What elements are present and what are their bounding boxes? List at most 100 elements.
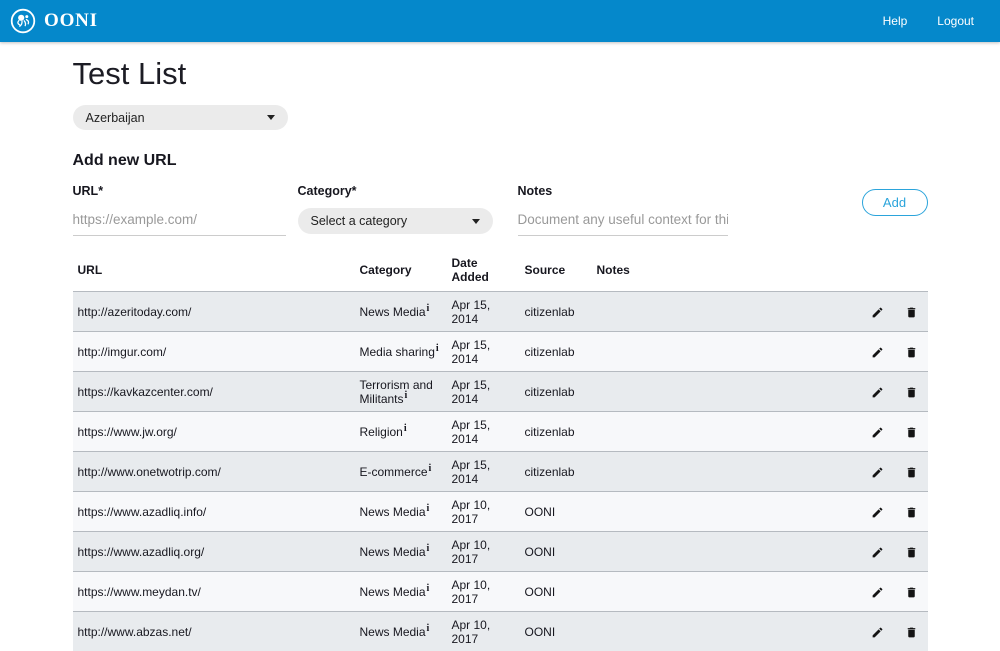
url-field-group: URL*	[73, 184, 286, 236]
date-added-cell: Apr 10, 2017	[448, 532, 521, 572]
country-dropdown-value: Azerbaijan	[86, 111, 145, 125]
table-row: https://www.jw.org/ Religioni Apr 15, 20…	[73, 412, 928, 452]
trash-icon	[905, 307, 918, 322]
category-cell: Religioni	[356, 412, 448, 452]
pencil-icon	[871, 467, 884, 482]
url-cell: http://azeritoday.com/	[73, 292, 356, 332]
date-added-cell: Apr 10, 2017	[448, 572, 521, 612]
edit-button[interactable]	[871, 426, 884, 439]
notes-cell	[593, 532, 848, 572]
actions-cell	[848, 452, 928, 492]
ooni-octopus-icon	[10, 8, 36, 34]
url-cell: http://www.onetwotrip.com/	[73, 452, 356, 492]
category-field-label: Category*	[298, 184, 493, 198]
pencil-icon	[871, 307, 884, 322]
url-table-body: http://azeritoday.com/ News Mediai Apr 1…	[73, 292, 928, 651]
pencil-icon	[871, 547, 884, 562]
trash-icon	[905, 627, 918, 642]
help-link[interactable]: Help	[883, 14, 908, 28]
pencil-icon	[871, 507, 884, 522]
edit-button[interactable]	[871, 306, 884, 319]
category-dropdown[interactable]: Select a category	[298, 208, 493, 234]
url-cell: https://www.meydan.tv/	[73, 572, 356, 612]
url-cell: https://www.azadliq.info/	[73, 492, 356, 532]
column-header-date: Date Added	[448, 254, 521, 292]
edit-button[interactable]	[871, 386, 884, 399]
category-cell: News Mediai	[356, 492, 448, 532]
column-header-category: Category	[356, 254, 448, 292]
notes-field-label: Notes	[518, 184, 728, 198]
column-header-notes: Notes	[593, 254, 848, 292]
url-cell: http://imgur.com/	[73, 332, 356, 372]
info-icon: i	[427, 503, 430, 514]
delete-button[interactable]	[905, 386, 918, 399]
logout-link[interactable]: Logout	[937, 14, 974, 28]
url-table-header: URL Category Date Added Source Notes	[73, 254, 928, 292]
trash-icon	[905, 587, 918, 602]
country-dropdown[interactable]: Azerbaijan	[73, 105, 288, 130]
url-cell: https://www.jw.org/	[73, 412, 356, 452]
edit-button[interactable]	[871, 546, 884, 559]
edit-button[interactable]	[871, 626, 884, 639]
column-header-url: URL	[73, 254, 356, 292]
url-field-label: URL*	[73, 184, 286, 198]
page-title: Test List	[73, 56, 928, 92]
ooni-logo[interactable]: OONI	[10, 8, 98, 34]
trash-icon	[905, 347, 918, 362]
delete-button[interactable]	[905, 306, 918, 319]
brand-wordmark: OONI	[44, 10, 98, 32]
trash-icon	[905, 467, 918, 482]
category-cell: News Mediai	[356, 572, 448, 612]
source-cell: citizenlab	[521, 372, 593, 412]
pencil-icon	[871, 627, 884, 642]
add-button[interactable]: Add	[862, 189, 928, 216]
table-row: https://www.azadliq.org/ News Mediai Apr…	[73, 532, 928, 572]
category-field-group: Category* Select a category	[298, 184, 493, 234]
info-icon: i	[427, 303, 430, 314]
source-cell: OONI	[521, 492, 593, 532]
info-icon: i	[429, 463, 432, 474]
category-cell: Terrorism and Militantsi	[356, 372, 448, 412]
notes-cell	[593, 372, 848, 412]
add-url-form: URL* Category* Select a category Notes A…	[73, 184, 928, 236]
table-row: http://www.abzas.net/ News Mediai Apr 10…	[73, 612, 928, 651]
trash-icon	[905, 507, 918, 522]
date-added-cell: Apr 15, 2014	[448, 452, 521, 492]
notes-cell	[593, 412, 848, 452]
url-input[interactable]	[73, 207, 286, 236]
source-cell: citizenlab	[521, 332, 593, 372]
category-cell: E-commercei	[356, 452, 448, 492]
url-cell: http://www.abzas.net/	[73, 612, 356, 651]
info-icon: i	[427, 583, 430, 594]
delete-button[interactable]	[905, 466, 918, 479]
edit-button[interactable]	[871, 586, 884, 599]
category-cell: Media sharingi	[356, 332, 448, 372]
url-table: URL Category Date Added Source Notes htt…	[73, 254, 928, 651]
delete-button[interactable]	[905, 426, 918, 439]
delete-button[interactable]	[905, 626, 918, 639]
actions-cell	[848, 612, 928, 651]
actions-cell	[848, 492, 928, 532]
column-header-actions	[848, 254, 928, 292]
source-cell: OONI	[521, 612, 593, 651]
edit-button[interactable]	[871, 346, 884, 359]
info-icon: i	[427, 543, 430, 554]
delete-button[interactable]	[905, 546, 918, 559]
actions-cell	[848, 412, 928, 452]
notes-cell	[593, 612, 848, 651]
edit-button[interactable]	[871, 466, 884, 479]
top-nav-links: Help Logout	[883, 14, 974, 28]
delete-button[interactable]	[905, 346, 918, 359]
date-added-cell: Apr 10, 2017	[448, 612, 521, 651]
notes-input[interactable]	[518, 207, 728, 236]
trash-icon	[905, 427, 918, 442]
category-cell: News Mediai	[356, 532, 448, 572]
add-url-heading: Add new URL	[73, 152, 928, 170]
delete-button[interactable]	[905, 586, 918, 599]
table-row: http://azeritoday.com/ News Mediai Apr 1…	[73, 292, 928, 332]
notes-cell	[593, 452, 848, 492]
info-icon: i	[436, 343, 439, 354]
column-header-source: Source	[521, 254, 593, 292]
chevron-down-icon	[267, 115, 275, 120]
url-cell: https://kavkazcenter.com/	[73, 372, 356, 412]
